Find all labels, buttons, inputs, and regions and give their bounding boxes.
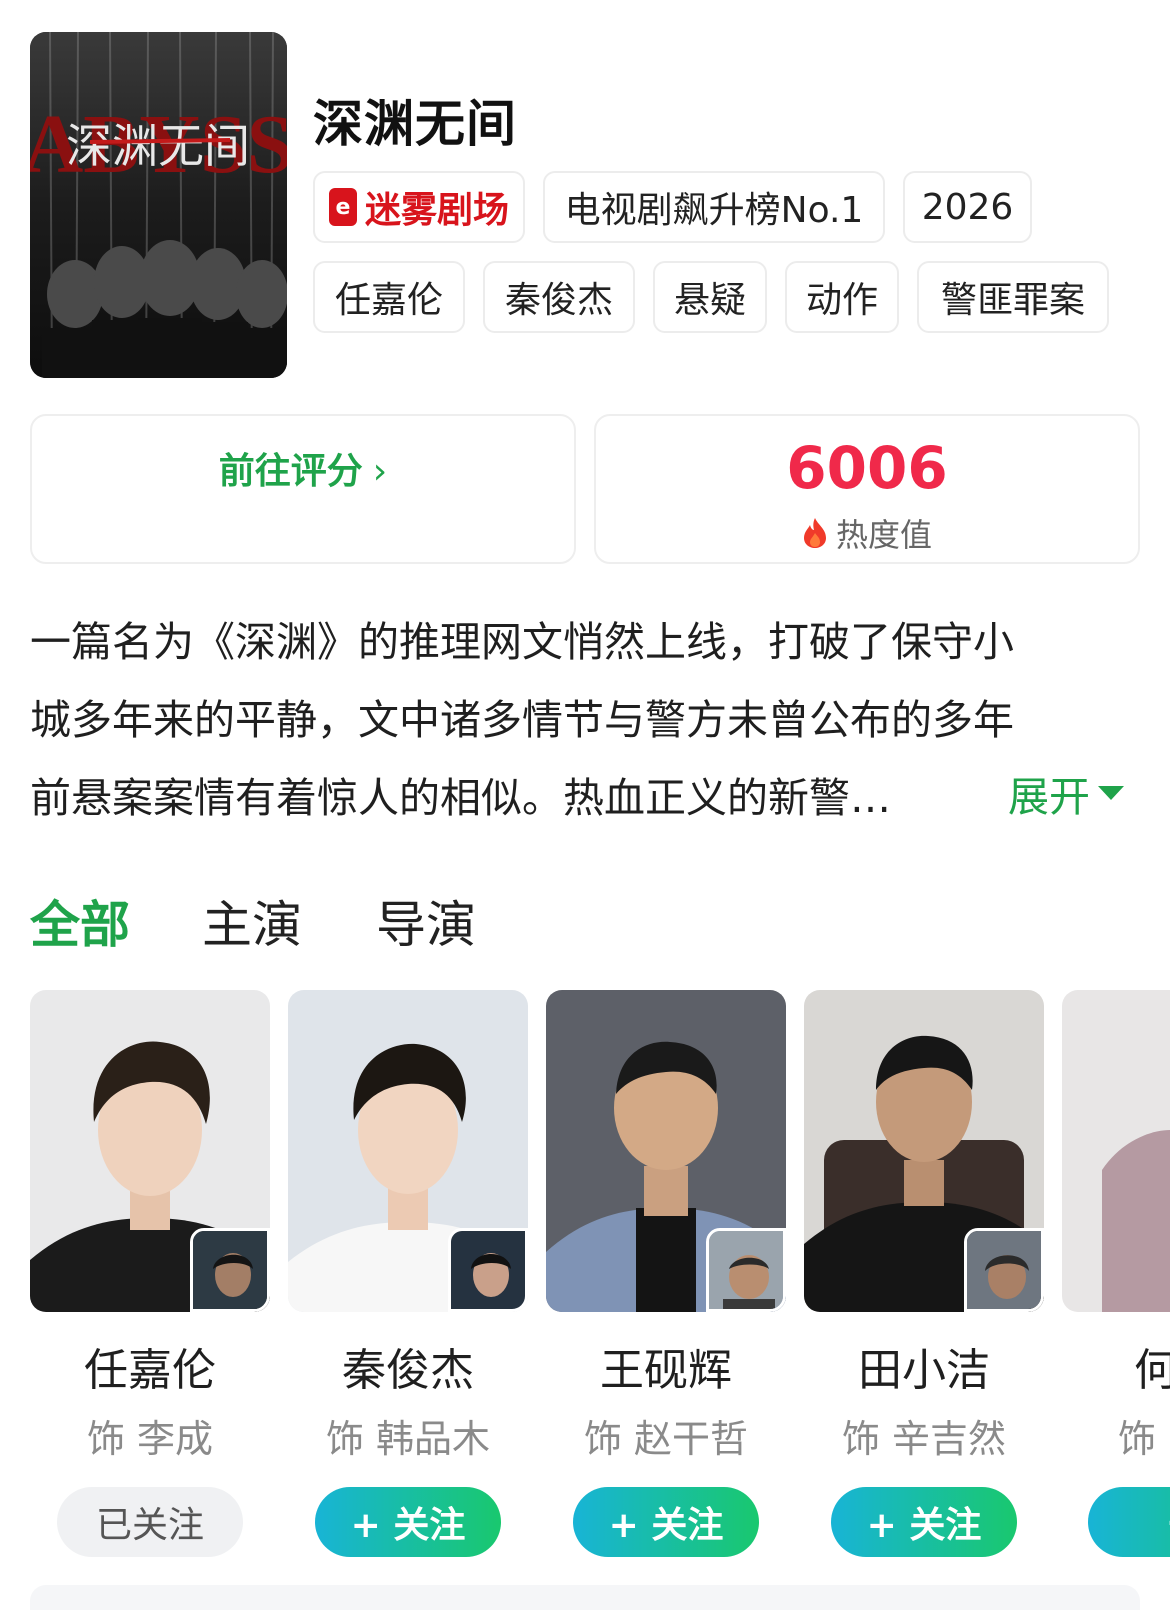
tab-lead[interactable]: 主演	[202, 885, 302, 957]
follow-button[interactable]: + 关注	[831, 1487, 1017, 1557]
rate-card[interactable]: 前往评分 ›	[30, 414, 576, 564]
tag-label: 动作	[805, 280, 878, 321]
follow-button[interactable]: +	[1088, 1487, 1170, 1557]
cast-name: 何	[1134, 1345, 1170, 1396]
heat-card[interactable]: 6006 热度值	[594, 414, 1140, 564]
synopsis-line: 前悬案案情有着惊人的相似。热血正义的新警…	[30, 774, 891, 822]
tag-rank[interactable]: 电视剧飙升榜No.1	[543, 171, 885, 243]
expand-button[interactable]: 展开	[1008, 763, 1126, 823]
tag-genre[interactable]: 警匪罪案	[917, 261, 1109, 333]
cast-name: 任嘉伦	[84, 1345, 216, 1396]
cast-name: 王砚辉	[600, 1345, 732, 1396]
tag-actor[interactable]: 秦俊杰	[483, 261, 635, 333]
cast-item[interactable]: 秦俊杰 饰 韩品木 + 关注	[288, 990, 528, 1557]
following-button[interactable]: 已关注	[57, 1487, 243, 1557]
synopsis: 一篇名为《深渊》的推理网文悄然上线，打破了保守小 城多年来的平静，文中诸多情节与…	[30, 603, 1140, 837]
cast-item[interactable]: 任嘉伦 饰 李成 已关注	[30, 990, 270, 1557]
caret-down-icon	[1098, 786, 1124, 800]
flame-icon	[803, 518, 826, 548]
character-thumbnail	[706, 1228, 786, 1312]
cast-item[interactable]: 王砚辉 饰 赵干哲 + 关注	[546, 990, 786, 1557]
tag-label: 2026	[921, 186, 1014, 228]
cast-photo[interactable]	[30, 990, 270, 1312]
cast-name: 田小洁	[858, 1345, 990, 1396]
tag-label: 秦俊杰	[504, 280, 613, 321]
go-rate-link[interactable]: 前往评分 ›	[32, 442, 574, 494]
show-title: 深渊无间	[313, 95, 517, 153]
heat-label-row: 热度值	[596, 510, 1138, 556]
go-rate-label: 前往评分	[218, 451, 363, 492]
tab-all[interactable]: 全部	[30, 885, 130, 957]
expand-label: 展开	[1008, 773, 1090, 821]
tag-actor[interactable]: 任嘉伦	[313, 261, 465, 333]
character-thumbnail	[964, 1228, 1044, 1312]
follow-button[interactable]: + 关注	[315, 1487, 501, 1557]
tag-year[interactable]: 2026	[903, 171, 1032, 243]
character-thumbnail	[190, 1228, 270, 1312]
heat-label: 热度值	[835, 516, 932, 554]
show-poster[interactable]: ABYSS 深渊无间	[30, 32, 287, 378]
tag-label: 任嘉伦	[334, 280, 443, 321]
cast-name: 秦俊杰	[342, 1345, 474, 1396]
tag-label: 警匪罪案	[940, 280, 1085, 321]
cast-item[interactable]: 何 饰 +	[1062, 990, 1170, 1557]
follow-button[interactable]: + 关注	[573, 1487, 759, 1557]
next-section-card	[30, 1585, 1140, 1610]
cast-role: 饰 赵干哲	[583, 1417, 749, 1461]
poster-title-text: 深渊无间	[66, 119, 250, 173]
cast-photo[interactable]	[1062, 990, 1170, 1312]
tag-label: 电视剧飙升榜No.1	[564, 190, 864, 231]
cast-role: 饰 辛吉然	[841, 1417, 1007, 1461]
cast-photo[interactable]	[546, 990, 786, 1312]
cast-role: 饰	[1118, 1417, 1157, 1461]
character-thumbnail	[448, 1228, 528, 1312]
tag-label: 迷雾剧场	[364, 190, 509, 231]
synopsis-line: 城多年来的平静，文中诸多情节与警方未曾公布的多年	[30, 696, 1014, 744]
tag-genre[interactable]: 动作	[785, 261, 899, 333]
heat-value: 6006	[786, 434, 948, 502]
mist-theater-logo-icon: e	[328, 188, 357, 226]
cast-role: 饰 李成	[86, 1417, 214, 1461]
cast-photo[interactable]	[804, 990, 1044, 1312]
synopsis-line: 一篇名为《深渊》的推理网文悄然上线，打破了保守小	[30, 618, 1014, 666]
tag-genre[interactable]: 悬疑	[653, 261, 767, 333]
tag-mist-theater[interactable]: e 迷雾剧场	[313, 171, 525, 243]
show-detail-page: ABYSS 深渊无间 深渊无间 e 迷雾剧场 电视剧飙升榜No.1 2026 任…	[0, 0, 1170, 1610]
cast-item[interactable]: 田小洁 饰 辛吉然 + 关注	[804, 990, 1044, 1557]
cast-role: 饰 韩品木	[325, 1417, 491, 1461]
tag-label: 悬疑	[673, 280, 746, 321]
cast-photo[interactable]	[288, 990, 528, 1312]
chevron-right-icon: ›	[372, 451, 388, 492]
tab-director[interactable]: 导演	[376, 885, 476, 957]
